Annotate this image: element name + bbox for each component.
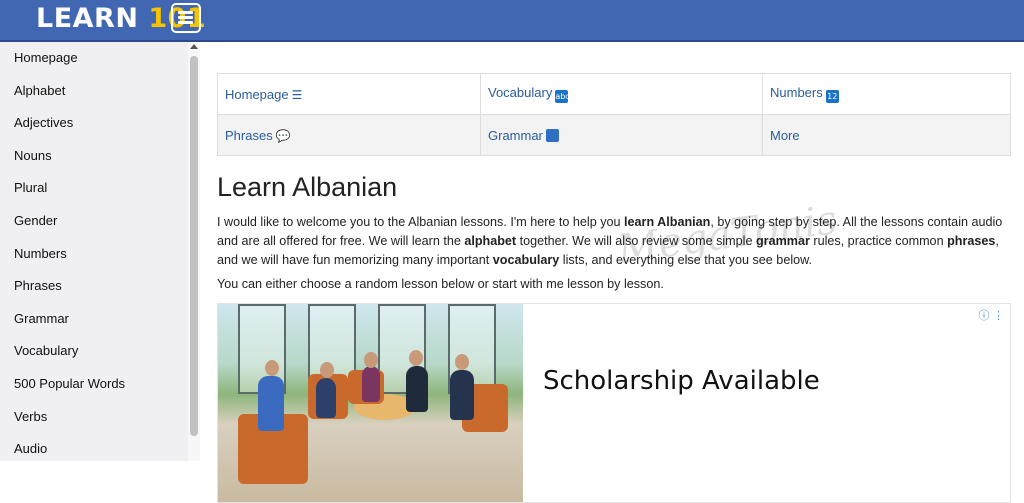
sidebar-item-500-popular-words[interactable]: 500 Popular Words (0, 368, 189, 401)
sidebar-item-vocabulary[interactable]: Vocabulary (0, 335, 189, 368)
sidebar: Homepage Alphabet Adjectives Nouns Plura… (0, 42, 190, 461)
book-icon (545, 128, 559, 142)
intro-bold-term: alphabet (464, 234, 517, 248)
nav-link-more[interactable]: More (770, 128, 800, 143)
lesson-nav-table: Homepage ☰ Vocabulary abc Numbers 12 Phrase… (217, 73, 1011, 156)
nav-cell-homepage[interactable]: Homepage ☰ (217, 73, 481, 115)
intro-bold-term: grammar (755, 234, 810, 248)
sidebar-item-adjectives[interactable]: Adjectives (0, 107, 189, 140)
hamburger-menu-icon[interactable] (171, 3, 201, 33)
scroll-up-arrow-icon[interactable] (190, 44, 198, 49)
numbers-1234-icon: 12 (825, 90, 839, 103)
intro-text: rules, practice common (809, 234, 948, 248)
top-bar: LEARN 101 (0, 0, 1024, 42)
intro-bold-term: vocabulary (492, 253, 560, 267)
sidebar-item-gender[interactable]: Gender (0, 205, 189, 238)
intro-text: together. We will also review some simpl… (516, 234, 756, 248)
advertisement[interactable]: Scholarship Available ⓘ ⋮ (217, 303, 1011, 503)
sidebar-item-nouns[interactable]: Nouns (0, 140, 189, 173)
intro-bold-term: learn Albanian (624, 215, 711, 229)
sidebar-item-phrases[interactable]: Phrases (0, 270, 189, 303)
abc-icon: abc (555, 90, 570, 103)
sidebar-item-homepage[interactable]: Homepage (0, 42, 189, 75)
nav-cell-numbers[interactable]: Numbers 12 (762, 73, 1011, 115)
ad-headline[interactable]: Scholarship Available (543, 366, 820, 396)
nav-link-phrases[interactable]: Phrases (225, 128, 273, 143)
sidebar-item-verbs[interactable]: Verbs (0, 401, 189, 434)
scrollbar-thumb[interactable] (190, 56, 198, 436)
sidebar-item-grammar[interactable]: Grammar (0, 303, 189, 336)
ad-photo[interactable] (218, 304, 523, 502)
logo-text: LEARN (36, 3, 139, 34)
sidebar-item-plural[interactable]: Plural (0, 172, 189, 205)
intro-text: lists, and everything else that you see … (559, 253, 813, 267)
sidebar-item-numbers[interactable]: Numbers (0, 238, 189, 271)
nav-link-numbers[interactable]: Numbers (770, 85, 823, 100)
nav-cell-vocabulary[interactable]: Vocabulary abc (480, 73, 763, 115)
page-title: Learn Albanian (217, 172, 398, 202)
sidebar-item-alphabet[interactable]: Alphabet (0, 75, 189, 108)
nav-cell-grammar[interactable]: Grammar (480, 114, 763, 156)
nav-link-grammar[interactable]: Grammar (488, 128, 543, 143)
menu-lines-icon: ☰ (291, 87, 303, 102)
choose-lesson-text: You can either choose a random lesson be… (217, 277, 664, 291)
nav-link-homepage[interactable]: Homepage (225, 87, 289, 102)
ad-choices-icon[interactable]: ⓘ ⋮ (979, 307, 1005, 323)
intro-text: I would like to welcome you to the Alban… (217, 215, 625, 229)
intro-paragraph: I would like to welcome you to the Alban… (217, 213, 1012, 270)
speech-bubble-icon: 💬 (275, 128, 291, 143)
nav-cell-phrases[interactable]: Phrases 💬 (217, 114, 481, 156)
nav-link-vocabulary[interactable]: Vocabulary (488, 85, 552, 100)
nav-cell-more[interactable]: More (762, 114, 1011, 156)
sidebar-scrollbar[interactable] (188, 42, 200, 461)
intro-bold-term: phrases (947, 234, 996, 248)
